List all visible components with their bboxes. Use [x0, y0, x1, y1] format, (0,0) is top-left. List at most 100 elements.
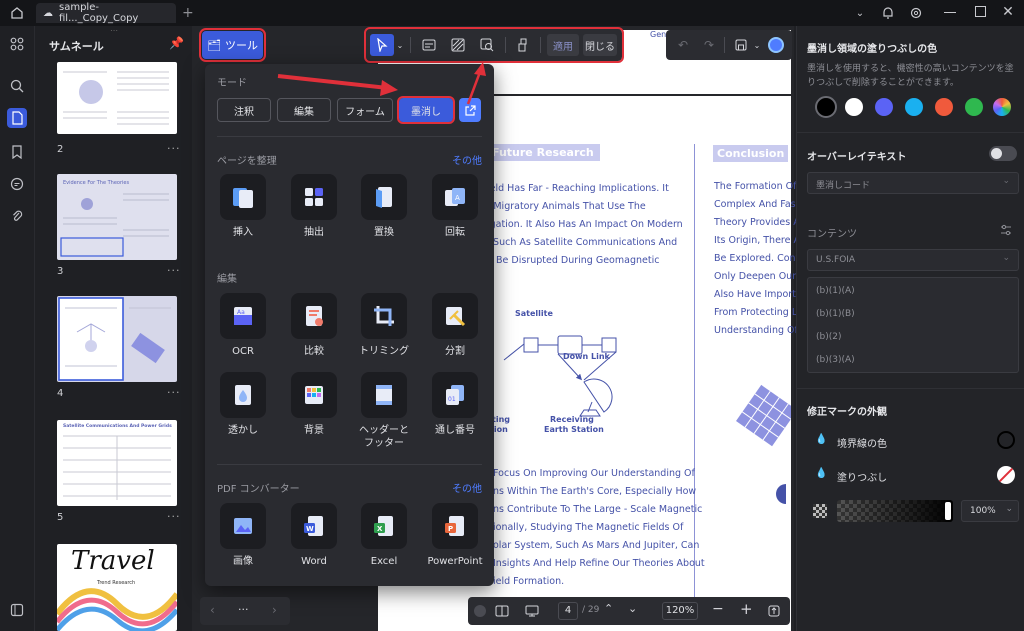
doc-text-line: ns Within The Earth's Core, Especially H… [493, 486, 697, 497]
mode-annotate-button[interactable]: 注釈 [217, 98, 271, 122]
extract-tool[interactable]: 抽出 [284, 174, 344, 239]
tools-button[interactable]: 🗂 ツール [199, 28, 266, 62]
redact-area-icon[interactable] [446, 34, 470, 56]
to-excel-tool[interactable]: X Excel [354, 503, 414, 568]
header-footer-tool[interactable]: ヘッダーと フッター [354, 372, 414, 450]
minimize-button[interactable] [944, 12, 956, 13]
compare-tool[interactable]: 比較 [284, 293, 344, 358]
contents-list-item[interactable]: (b)(3)(A) [816, 355, 855, 365]
grid-icon[interactable] [7, 34, 27, 54]
thumbnail-icon[interactable] [7, 108, 27, 128]
more-button[interactable]: ··· [238, 603, 249, 616]
contents-list-item[interactable]: (b)(1)(B) [816, 309, 855, 319]
previous-page-icon[interactable]: ⌃ [604, 602, 613, 615]
thumbnail-more-button[interactable]: ··· [167, 386, 181, 399]
converter-more-link[interactable]: その他 [452, 480, 482, 495]
export-icon[interactable] [459, 98, 481, 122]
thumbnail-page-2[interactable] [57, 62, 177, 134]
ai-assistant-icon[interactable] [766, 34, 786, 56]
redo-icon[interactable]: ↷ [698, 34, 720, 56]
color-swatch-black[interactable] [815, 96, 837, 118]
thumbnail-page-4[interactable] [57, 296, 177, 382]
to-powerpoint-tool[interactable]: P PowerPoint [425, 503, 485, 568]
contents-list-item[interactable]: (b)(1)(A) [816, 286, 855, 296]
drag-handle[interactable]: ⋯ [110, 26, 118, 35]
sliders-icon[interactable] [999, 223, 1013, 237]
ocr-tool[interactable]: Aa OCR [213, 293, 273, 358]
color-swatch-cyan[interactable] [905, 98, 923, 116]
background-tool[interactable]: 背景 [284, 372, 344, 437]
thumbnail-page-5[interactable]: Satellite Communications And Power Grids [57, 420, 177, 506]
maximize-button[interactable] [975, 6, 986, 17]
split-tool[interactable]: 分割 [425, 293, 485, 358]
save-icon[interactable] [730, 34, 752, 56]
close-window-button[interactable]: ✕ [1000, 4, 1016, 20]
search-redact-icon[interactable] [475, 34, 499, 56]
bookmark-icon[interactable] [7, 142, 27, 162]
insert-tool[interactable]: 挿入 [213, 174, 273, 239]
next-page-icon[interactable]: ⌄ [628, 602, 637, 615]
redaction-code-input[interactable]: 墨消しコード ⌄ [807, 172, 1019, 194]
toolbar-divider [724, 37, 725, 53]
color-swatch-green[interactable] [965, 98, 983, 116]
presentation-icon[interactable] [524, 603, 540, 619]
chevron-right-icon[interactable]: › [272, 603, 277, 617]
chevron-left-icon[interactable]: ‹ [210, 603, 215, 617]
mode-form-button[interactable]: フォーム [337, 98, 393, 122]
thumbnail-more-button[interactable]: ··· [167, 264, 181, 277]
color-swatch-blue[interactable] [875, 98, 893, 116]
zoom-level[interactable]: 120% [662, 602, 698, 620]
replace-label: 置換 [374, 227, 394, 238]
page-fit-icon[interactable] [494, 603, 510, 619]
thumbnail-more-button[interactable]: ··· [167, 510, 181, 523]
document-tab[interactable]: ☁ sample-fil..._Copy_Copy [36, 2, 176, 24]
thumbnail-more-button[interactable]: ··· [167, 142, 181, 155]
zoom-out-icon[interactable]: − [712, 601, 724, 617]
collapse-icon[interactable] [474, 605, 486, 617]
contents-list-item[interactable]: (b)(2) [816, 332, 841, 342]
thumbnail-page-3[interactable]: Evidence For The Theories [57, 174, 177, 260]
contents-select[interactable]: U.S.FOIA ⌄ [807, 249, 1019, 271]
fit-width-icon[interactable] [766, 603, 782, 619]
border-color-swatch[interactable] [997, 431, 1015, 449]
bates-number-tool[interactable]: 01 通し番号 [425, 372, 485, 437]
comment-icon[interactable] [7, 174, 27, 194]
crop-tool[interactable]: トリミング [354, 293, 414, 358]
overlay-text-toggle[interactable] [989, 146, 1017, 161]
redact-text-icon[interactable] [417, 34, 441, 56]
attachment-icon[interactable] [7, 206, 27, 226]
mode-edit-button[interactable]: 編集 [277, 98, 331, 122]
organize-more-link[interactable]: その他 [452, 152, 482, 167]
apply-button[interactable]: 適用 [547, 34, 579, 56]
pin-icon[interactable]: 📌 [169, 36, 184, 50]
chevron-down-icon[interactable]: ⌄ [852, 5, 868, 21]
settings-icon[interactable] [908, 4, 924, 22]
select-cursor-icon[interactable] [370, 34, 394, 56]
panel-toggle-icon[interactable] [7, 600, 27, 620]
watermark-tool[interactable]: 透かし [213, 372, 273, 437]
color-picker-icon[interactable] [993, 98, 1011, 116]
opacity-select[interactable]: 100% ⌄ [961, 500, 1019, 522]
zoom-in-icon[interactable]: + [740, 600, 753, 618]
new-tab-button[interactable]: + [182, 5, 194, 21]
fill-color-swatch[interactable] [997, 466, 1015, 484]
background-icon [291, 372, 337, 418]
chevron-down-icon[interactable]: ⌄ [395, 34, 405, 56]
thumbnail-page-6[interactable]: Travel Trend Research [57, 544, 177, 631]
to-word-tool[interactable]: W Word [284, 503, 344, 568]
replace-tool[interactable]: 置換 [354, 174, 414, 239]
chevron-down-icon[interactable]: ⌄ [752, 34, 762, 56]
close-redact-button[interactable]: 閉じる [583, 34, 617, 56]
color-swatch-orange[interactable] [935, 98, 953, 116]
search-icon[interactable] [7, 76, 27, 96]
home-icon[interactable] [8, 4, 26, 22]
opacity-slider[interactable] [837, 500, 953, 522]
undo-icon[interactable]: ↶ [672, 34, 694, 56]
rotate-tool[interactable]: A 回転 [425, 174, 485, 239]
redact-pages-icon[interactable] [511, 34, 535, 56]
bell-icon[interactable] [880, 4, 896, 22]
color-swatch-white[interactable] [845, 98, 863, 116]
mode-redact-button[interactable]: 墨消し [397, 96, 455, 124]
to-image-tool[interactable]: 画像 [213, 503, 273, 568]
current-page-input[interactable]: 4 [558, 602, 578, 620]
